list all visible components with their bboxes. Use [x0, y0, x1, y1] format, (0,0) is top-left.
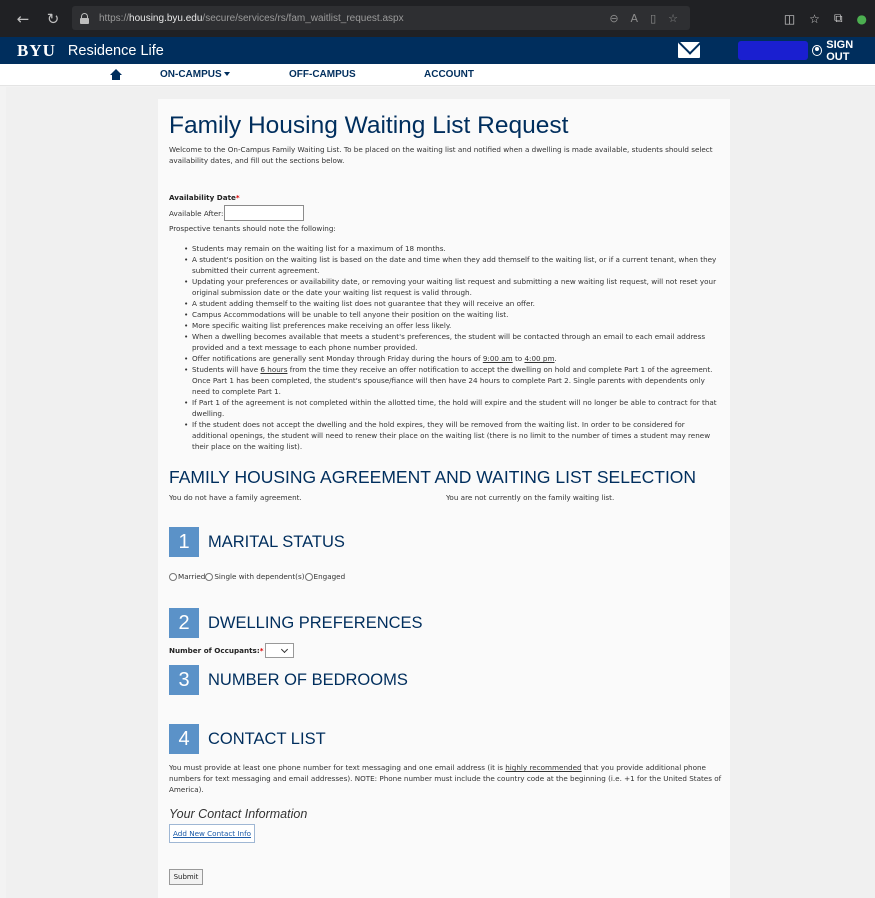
marital-status-options: Married Single with dependent(s) Engaged: [169, 572, 722, 581]
availability-date-label: Availability Date*: [169, 193, 240, 202]
list-item: Campus Accommodations will be unable to …: [184, 309, 722, 320]
radio-single-with-dependents[interactable]: [205, 572, 214, 581]
contact-instructions: You must provide at least one phone numb…: [169, 763, 722, 794]
main-nav: ON-CAMPUS OFF-CAMPUS ACCOUNT: [0, 64, 875, 86]
step-number: 1: [169, 527, 199, 557]
step-title: CONTACT LIST: [208, 729, 326, 748]
list-item: A student's position on the waiting list…: [184, 254, 722, 276]
list-item: Offer notifications are generally sent M…: [184, 353, 722, 364]
extension-icon[interactable]: ●: [857, 12, 867, 26]
reload-icon[interactable]: ↻: [40, 10, 66, 28]
radio-label: Married: [178, 572, 206, 581]
step-number: 4: [169, 724, 199, 754]
chevron-down-icon: [281, 645, 289, 654]
split-screen-icon[interactable]: ◫: [784, 12, 795, 26]
user-name-redacted: [738, 41, 808, 60]
rules-list: Students may remain on the waiting list …: [184, 243, 722, 452]
agreement-heading: FAMILY HOUSING AGREEMENT AND WAITING LIS…: [169, 467, 697, 487]
list-item: When a dwelling becomes available that m…: [184, 331, 722, 353]
available-after-input[interactable]: [224, 205, 305, 221]
main-content: Family Housing Waiting List Request Welc…: [158, 99, 730, 898]
list-item: Students will have 6 hours from the time…: [184, 364, 722, 397]
radio-engaged[interactable]: [304, 572, 313, 581]
radio-married[interactable]: [169, 572, 177, 581]
occupants-label: Number of Occupants:*: [169, 646, 264, 655]
list-item: Students may remain on the waiting list …: [184, 243, 722, 254]
favorite-star-icon[interactable]: ☆: [668, 12, 678, 25]
byu-logo[interactable]: BYU: [17, 41, 56, 61]
prospective-note: Prospective tenants should note the foll…: [169, 224, 336, 233]
agreement-status: You do not have a family agreement.: [169, 493, 302, 502]
available-after-label: Available After:: [169, 208, 224, 218]
site-header: BYU Residence Life SIGN OUT: [0, 37, 875, 64]
nav-off-campus[interactable]: OFF-CAMPUS: [289, 69, 356, 80]
radio-label: Single with dependent(s): [214, 572, 305, 581]
nav-account[interactable]: ACCOUNT: [424, 69, 474, 80]
url-text: https://housing.byu.edu/secure/services/…: [99, 12, 404, 24]
address-bar[interactable]: https://housing.byu.edu/secure/services/…: [72, 6, 690, 30]
reader-view-icon[interactable]: ▯: [650, 12, 656, 25]
step-marital-status: 1 MARITAL STATUS: [169, 527, 722, 557]
sign-out-label: SIGN OUT: [826, 38, 854, 63]
intro-text: Welcome to the On-Campus Family Waiting …: [169, 145, 713, 165]
page-title: Family Housing Waiting List Request: [169, 112, 569, 139]
lock-icon: [80, 12, 89, 24]
list-item: Updating your preferences or availabilit…: [184, 276, 722, 298]
back-arrow-icon[interactable]: ←: [10, 10, 36, 28]
home-icon[interactable]: [110, 69, 122, 81]
waitlist-status: You are not currently on the family wait…: [446, 493, 615, 502]
step-dwelling-preferences: 2 DWELLING PREFERENCES: [169, 608, 722, 638]
submit-button[interactable]: Submit: [169, 869, 203, 885]
step-contact-list: 4 CONTACT LIST: [169, 724, 722, 754]
step-title: MARITAL STATUS: [208, 532, 345, 551]
step-number: 3: [169, 665, 199, 695]
list-item: A student adding themself to the waiting…: [184, 298, 722, 309]
step-title: DWELLING PREFERENCES: [208, 613, 423, 632]
step-number: 2: [169, 608, 199, 638]
browser-toolbar: ← ↻ https://housing.byu.edu/secure/servi…: [0, 0, 875, 37]
user-icon: [812, 45, 823, 56]
nav-on-campus[interactable]: ON-CAMPUS: [160, 69, 230, 80]
favorites-icon[interactable]: ☆: [809, 12, 820, 26]
list-item: More specific waiting list preferences m…: [184, 320, 722, 331]
radio-label: Engaged: [313, 572, 346, 581]
list-item: If the student does not accept the dwell…: [184, 419, 722, 452]
your-contact-heading: Your Contact Information: [169, 807, 308, 821]
add-contact-button[interactable]: Add New Contact Info: [169, 824, 256, 843]
step-number-of-bedrooms: 3 NUMBER OF BEDROOMS: [169, 665, 722, 695]
site-name[interactable]: Residence Life: [68, 43, 164, 59]
list-item: If Part 1 of the agreement is not comple…: [184, 397, 722, 419]
caret-down-icon: [223, 72, 230, 76]
mail-icon[interactable]: [678, 42, 700, 58]
step-title: NUMBER OF BEDROOMS: [208, 670, 408, 689]
zoom-icon[interactable]: ⊖: [609, 12, 618, 25]
read-aloud-icon[interactable]: A: [631, 12, 639, 25]
sign-out-button[interactable]: SIGN OUT: [812, 37, 875, 64]
collections-icon[interactable]: ⧉: [834, 11, 843, 26]
occupants-select[interactable]: [265, 643, 295, 658]
